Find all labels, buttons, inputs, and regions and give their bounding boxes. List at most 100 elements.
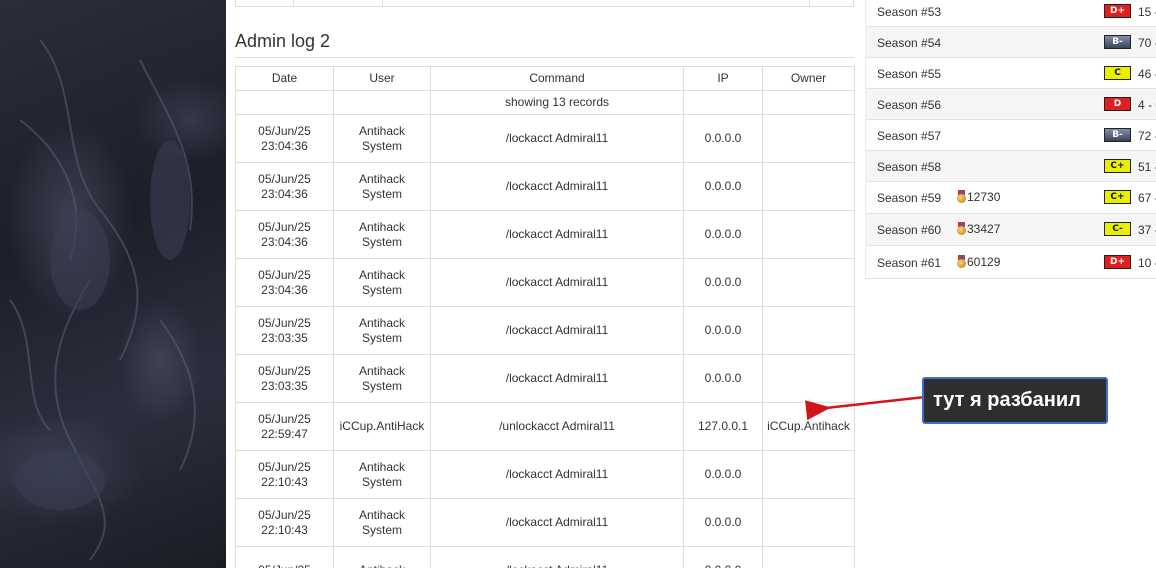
- log-user-cell: Antihack System: [333, 162, 431, 211]
- log-date-cell-line1: 05/Jun/25: [258, 123, 311, 138]
- log-command-cell: /lockacct Admiral11: [430, 210, 684, 259]
- log-command-cell-line1: /lockacct Admiral11: [505, 179, 609, 193]
- season-name[interactable]: Season #61: [877, 256, 941, 270]
- table-row: 05/Jun/25 23:04:36 Antihack System/lockacct…: [235, 114, 855, 163]
- grade-badge: C-: [1104, 222, 1131, 236]
- log-date-cell: 05/Jun/25 23:03:35: [235, 354, 334, 403]
- medal-icon: [957, 222, 966, 235]
- log-date-cell: 05/Jun/25: [235, 546, 334, 568]
- log-date-cell-line1: 05/Jun/25: [236, 563, 333, 568]
- log-date-cell: 05/Jun/25 23:04:36: [235, 258, 334, 307]
- admin-log-table: Date User Command IP Owner showing 13 re…: [235, 66, 855, 568]
- log-date-cell-line1: 05/Jun/25: [258, 267, 311, 282]
- column-header-command: Command: [430, 66, 684, 91]
- log-date-cell: 05/Jun/25 22:59:47: [235, 402, 334, 451]
- table-row: 05/Jun/25 23:04:36 Antihack System/lockacct…: [235, 162, 855, 211]
- season-row: Season #57 B- 72 -: [866, 120, 1156, 151]
- log-user-cell-line1: Antihack: [358, 507, 406, 522]
- log-date-cell: 05/Jun/25 22:10:43: [235, 450, 334, 499]
- log-ip-cell-line1: 0.0.0.0: [704, 275, 742, 289]
- records-summary-row: showing 13 records: [235, 90, 855, 115]
- log-user-cell-line2: System: [361, 138, 402, 153]
- log-date-cell-line1: 05/Jun/25: [258, 459, 311, 474]
- table-row: 05/Jun/25 22:10:43 Antihack System/lockacct…: [235, 498, 855, 547]
- season-score: 67 -: [1138, 191, 1156, 205]
- log-ip-cell: 0.0.0.0: [683, 546, 763, 568]
- log-user-cell-line1: Antihack: [358, 171, 406, 186]
- log-date-cell-line1: 05/Jun/25: [258, 507, 311, 522]
- season-name[interactable]: Season #56: [877, 98, 941, 112]
- season-score: 51 -: [1138, 160, 1156, 174]
- log-user-cell-line1: Antihack: [358, 123, 406, 138]
- log-date-cell: 05/Jun/25 22:10:43: [235, 498, 334, 547]
- column-header-ip: IP: [683, 66, 763, 91]
- log-command-cell-line1: /lockacct Admiral11: [505, 323, 609, 337]
- log-command-cell-line1: /lockacct Admiral11: [505, 467, 609, 481]
- grade-badge: B-: [1104, 128, 1131, 142]
- log-ip-cell-line1: 0.0.0.0: [704, 515, 742, 529]
- admin-log-title: Admin log 2: [235, 31, 331, 51]
- log-command-cell: /lockacct Admiral11: [430, 450, 684, 499]
- log-date-cell: 05/Jun/25 23:03:35: [235, 306, 334, 355]
- grade-badge: C+: [1104, 190, 1131, 204]
- log-user-cell: Antihack: [333, 546, 431, 568]
- log-command-cell-line1: /unlockacct Admiral11: [499, 419, 615, 433]
- log-command-cell-line1: /lockacct Admiral11: [505, 131, 609, 145]
- season-score: 4 - 0: [1138, 98, 1156, 112]
- log-date-cell-line1: 05/Jun/25: [258, 411, 311, 426]
- main-content: Admin log 2 Date User Command IP Owner s…: [226, 0, 865, 568]
- log-ip-cell-line1: 0.0.0.0: [704, 371, 742, 385]
- season-name[interactable]: Season #60: [877, 223, 941, 237]
- log-user-cell-line2: System: [361, 474, 402, 489]
- medal-rank: 60129: [967, 255, 1001, 269]
- log-user-cell-line2: System: [361, 522, 402, 537]
- season-name[interactable]: Season #53: [877, 5, 941, 19]
- season-name[interactable]: Season #59: [877, 191, 941, 205]
- background-artwork: [0, 0, 226, 568]
- log-owner-cell-line1: iCCup.Antihack: [767, 419, 850, 433]
- season-score: 46 -: [1138, 67, 1156, 81]
- log-date-cell-line1: 05/Jun/25: [258, 363, 311, 378]
- season-row: Season #58 C+ 51 -: [866, 151, 1156, 182]
- log-ip-cell-line1: 0.0.0.0: [704, 467, 742, 481]
- season-row: Season #55 C 46 -: [866, 58, 1156, 89]
- season-name[interactable]: Season #57: [877, 129, 941, 143]
- season-name[interactable]: Season #55: [877, 67, 941, 81]
- log-ip-cell-line1: 0.0.0.0: [704, 131, 742, 145]
- log-user-cell-line1: Antihack: [358, 219, 406, 234]
- grade-badge: C+: [1104, 159, 1131, 173]
- log-command-cell: /lockacct Admiral11: [430, 546, 684, 568]
- log-date-cell-line1: 05/Jun/25: [258, 219, 311, 234]
- log-date-cell-line1: 05/Jun/25: [258, 315, 311, 330]
- log-user-cell: Antihack System: [333, 306, 431, 355]
- dragon-artwork-icon: [9, 39, 196, 561]
- log-date-cell-line2: 22:59:47: [261, 426, 308, 441]
- log-date-cell-line2: 23:04:36: [261, 186, 308, 201]
- grade-badge: D+: [1104, 4, 1131, 18]
- log-user-cell-line2: System: [361, 330, 402, 345]
- title-divider: [235, 57, 854, 58]
- log-ip-cell-line1: 0.0.0.0: [704, 179, 742, 193]
- log-ip-cell-line1: 0.0.0.0: [704, 323, 742, 337]
- grade-badge: D+: [1104, 255, 1131, 269]
- log-owner-cell: [762, 258, 855, 307]
- log-user-cell-line1: Antihack: [358, 363, 406, 378]
- log-command-cell-line1: /lockacct Admiral11: [505, 275, 609, 289]
- log-user-cell: Antihack System: [333, 258, 431, 307]
- log-date-cell-line2: 23:03:35: [261, 378, 308, 393]
- log-date-cell: 05/Jun/25 23:04:36: [235, 162, 334, 211]
- medal-rank: 12730: [967, 190, 1001, 204]
- log-user-cell: Antihack System: [333, 114, 431, 163]
- season-medal: 33427: [957, 222, 1000, 236]
- column-header-date: Date: [235, 66, 334, 91]
- log-user-cell-line1: Antihack: [358, 459, 406, 474]
- log-user-cell-line1: Antihack: [358, 267, 406, 282]
- grade-badge: D: [1104, 97, 1131, 111]
- season-name[interactable]: Season #58: [877, 160, 941, 174]
- table-row: 05/Jun/25 23:03:35 Antihack System/lockacct…: [235, 306, 855, 355]
- season-name[interactable]: Season #54: [877, 36, 941, 50]
- season-row: Season #61 60129 D+ 10 -: [866, 246, 1156, 279]
- log-command-cell: /lockacct Admiral11: [430, 306, 684, 355]
- log-command-cell: /lockacct Admiral11: [430, 354, 684, 403]
- log-user-cell-line2: System: [361, 378, 402, 393]
